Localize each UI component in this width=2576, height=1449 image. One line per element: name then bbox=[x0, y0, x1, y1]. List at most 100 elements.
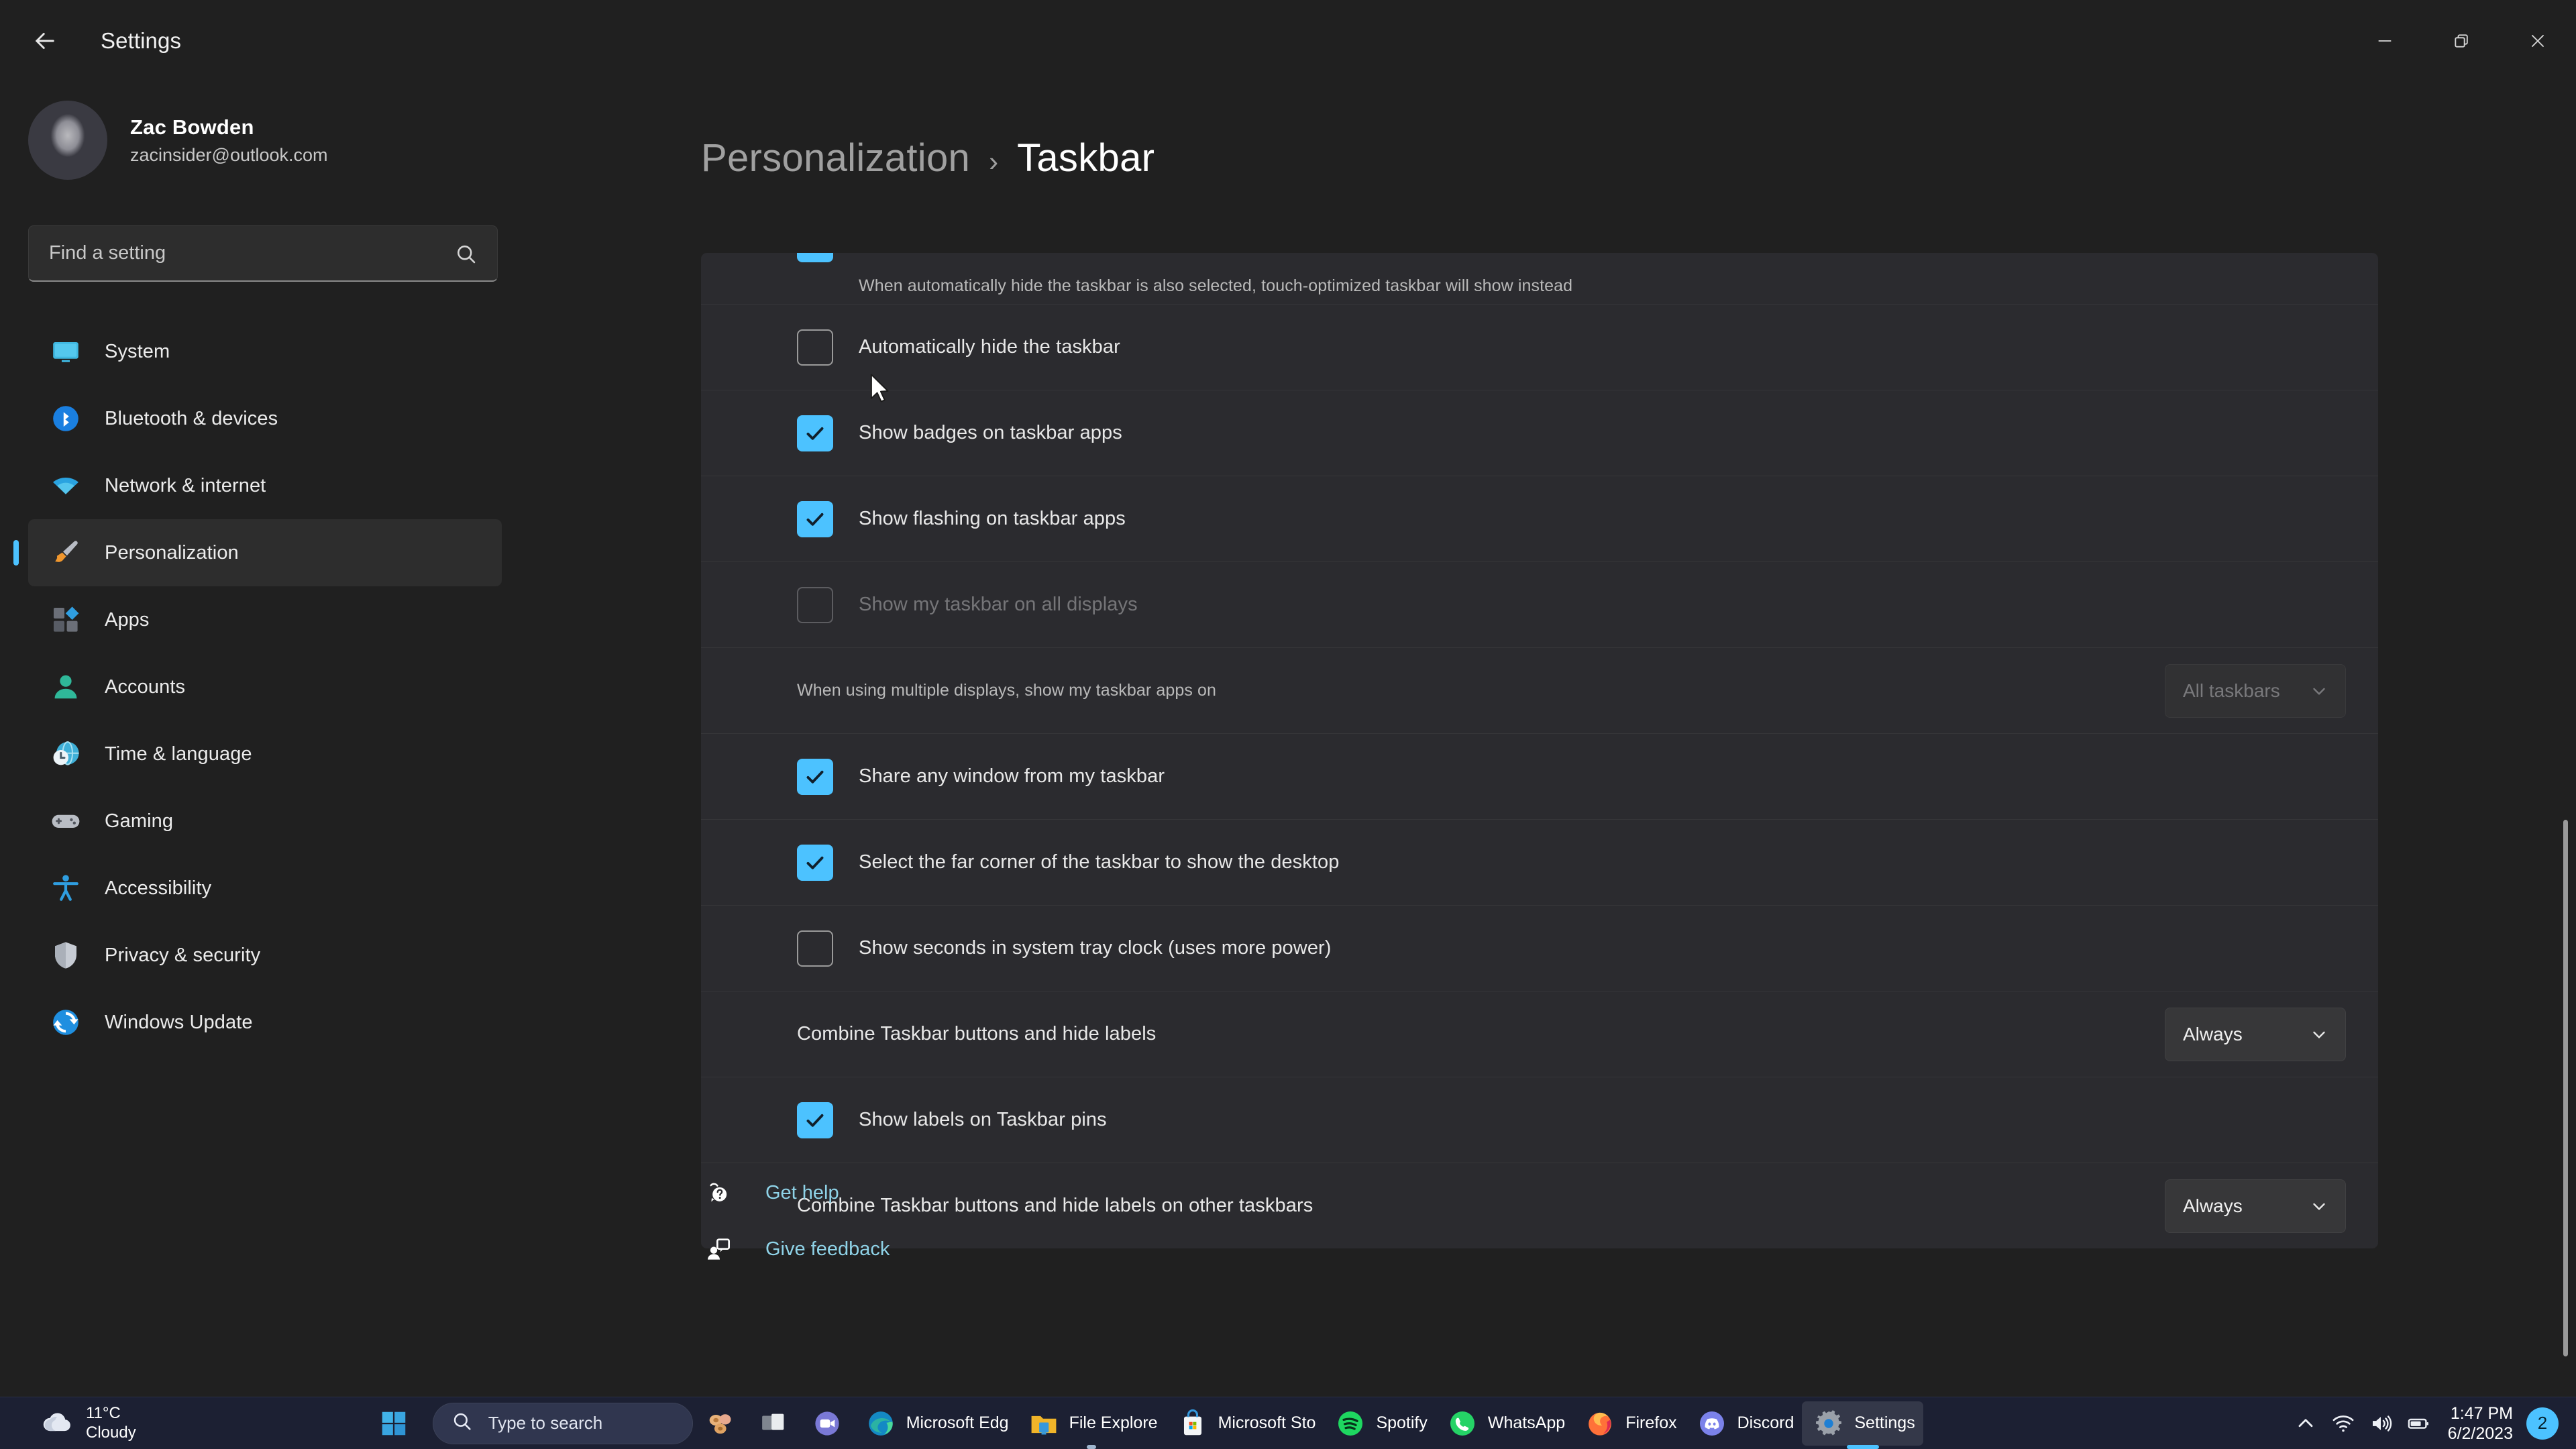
battery-button[interactable] bbox=[2400, 1405, 2437, 1442]
notification-badge[interactable]: 2 bbox=[2526, 1407, 2559, 1440]
close-button[interactable] bbox=[2500, 0, 2576, 82]
setting-row[interactable]: Automatically hide the taskbar bbox=[701, 304, 2378, 390]
taskbar-app-label: Spotify bbox=[1376, 1413, 1428, 1432]
setting-label: Show labels on Taskbar pins bbox=[859, 1109, 1107, 1130]
edge-icon bbox=[862, 1405, 900, 1442]
sidebar-item-label: Apps bbox=[105, 608, 150, 631]
taskbar-app-settings[interactable]: Settings bbox=[1802, 1401, 1923, 1449]
weather-temperature: 11°C bbox=[86, 1404, 121, 1423]
taskbar-app-whatsapp[interactable]: WhatsApp bbox=[1436, 1401, 1573, 1446]
sidebar-item-label: Windows Update bbox=[105, 1011, 253, 1033]
avatar bbox=[28, 101, 107, 180]
copilot-button[interactable] bbox=[693, 1401, 747, 1446]
scrollbar-thumb[interactable] bbox=[2563, 820, 2568, 1356]
checkbox[interactable] bbox=[797, 1102, 833, 1138]
checkbox[interactable] bbox=[797, 930, 833, 967]
start-button[interactable] bbox=[367, 1401, 421, 1446]
sidebar-item-accounts[interactable]: Accounts bbox=[28, 653, 502, 720]
sidebar-item-time-language[interactable]: Time & language bbox=[28, 720, 502, 788]
taskbar-app-file-explore[interactable]: File Explore bbox=[1017, 1401, 1166, 1449]
taskbar-app-microsoft-edg[interactable]: Microsoft Edg bbox=[854, 1401, 1017, 1446]
give-feedback-link[interactable]: Give feedback bbox=[701, 1225, 890, 1273]
minimize-icon bbox=[2378, 40, 2392, 42]
sidebar-item-label: Privacy & security bbox=[105, 944, 261, 966]
sidebar-item-bluetooth-devices[interactable]: Bluetooth & devices bbox=[28, 385, 502, 452]
taskbar-app-label: Firefox bbox=[1625, 1413, 1677, 1432]
setting-row[interactable]: Share any window from my taskbar bbox=[701, 733, 2378, 819]
minimize-button[interactable] bbox=[2347, 0, 2423, 82]
setting-row[interactable]: Show seconds in system tray clock (uses … bbox=[701, 905, 2378, 991]
setting-label: Automatically hide the taskbar bbox=[859, 336, 1120, 358]
dropdown[interactable]: Always bbox=[2165, 1179, 2346, 1233]
checkbox[interactable] bbox=[797, 500, 833, 537]
chevron-up-icon bbox=[2298, 1418, 2313, 1427]
bluetooth-icon bbox=[48, 401, 83, 436]
taskbar-app-microsoft-sto[interactable]: Microsoft Sto bbox=[1166, 1401, 1324, 1446]
sidebar-nav: System Bluetooth & devices Network & inter… bbox=[0, 318, 530, 1056]
tray-overflow-button[interactable] bbox=[2287, 1405, 2324, 1442]
clock-time: 1:47 PM bbox=[2450, 1403, 2513, 1423]
find-a-setting-box[interactable] bbox=[28, 225, 498, 282]
setting-row[interactable]: Show badges on taskbar apps bbox=[701, 390, 2378, 476]
chevron-down-icon bbox=[2309, 1196, 2329, 1216]
weather-widget[interactable]: 11°C Cloudy bbox=[31, 1401, 146, 1445]
sidebar-item-privacy-security[interactable]: Privacy & security bbox=[28, 922, 502, 989]
taskbar-search-box[interactable]: Type to search bbox=[432, 1402, 693, 1444]
running-indicator bbox=[1846, 1444, 1879, 1449]
running-indicator bbox=[1086, 1444, 1096, 1449]
taskbar-center: Type to search Microsoft Edg File Explor… bbox=[367, 1401, 1923, 1449]
sidebar-item-accessibility[interactable]: Accessibility bbox=[28, 855, 502, 922]
taskbar-app-firefox[interactable]: Firefox bbox=[1573, 1401, 1684, 1446]
monitor-icon bbox=[48, 334, 83, 369]
taskbar-settings-list: When automatically hide the taskbar is a… bbox=[701, 253, 2378, 1248]
task-view-button[interactable] bbox=[747, 1401, 800, 1446]
sidebar-item-network-internet[interactable]: Network & internet bbox=[28, 452, 502, 519]
sidebar-item-label: Personalization bbox=[105, 541, 239, 564]
sidebar-item-gaming[interactable]: Gaming bbox=[28, 788, 502, 855]
checkbox[interactable] bbox=[797, 758, 833, 795]
checkbox[interactable] bbox=[797, 253, 833, 262]
scrollbar[interactable] bbox=[2561, 82, 2571, 1397]
get-help-link[interactable]: Get help bbox=[701, 1169, 890, 1217]
checkbox[interactable] bbox=[797, 415, 833, 451]
sidebar-item-windows-update[interactable]: Windows Update bbox=[28, 989, 502, 1056]
setting-row[interactable]: Combine Taskbar buttons and hide labels A… bbox=[701, 991, 2378, 1077]
setting-row[interactable]: Select the far corner of the taskbar to … bbox=[701, 819, 2378, 905]
sidebar-item-personalization[interactable]: Personalization bbox=[13, 519, 502, 586]
search-input[interactable] bbox=[49, 242, 425, 264]
volume-button[interactable] bbox=[2362, 1405, 2400, 1442]
shield-icon bbox=[48, 938, 83, 973]
back-button[interactable] bbox=[17, 13, 72, 68]
breadcrumb-parent[interactable]: Personalization bbox=[701, 136, 970, 180]
sidebar-item-label: Accessibility bbox=[105, 877, 212, 899]
taskbar-search-placeholder: Type to search bbox=[488, 1413, 603, 1433]
teams-chat-icon bbox=[808, 1405, 846, 1442]
footer-links: Get help Give feedback bbox=[701, 1169, 890, 1281]
content-area: Personalization › Taskbar When automatic… bbox=[530, 82, 2576, 1397]
profile-section[interactable]: Zac Bowden zacinsider@outlook.com bbox=[28, 101, 530, 180]
system-tray: 1:47 PM 6/2/2023 2 bbox=[2287, 1397, 2559, 1449]
setting-row[interactable]: Combine Taskbar buttons and hide labels … bbox=[701, 1163, 2378, 1248]
setting-row[interactable]: Show flashing on taskbar apps bbox=[701, 476, 2378, 561]
setting-label: Show flashing on taskbar apps bbox=[859, 508, 1126, 529]
title-bar: Settings bbox=[0, 0, 2576, 82]
sidebar-item-apps[interactable]: Apps bbox=[28, 586, 502, 653]
setting-row: When using multiple displays, show my ta… bbox=[701, 647, 2378, 733]
sidebar-item-system[interactable]: System bbox=[28, 318, 502, 385]
battery-icon bbox=[2408, 1418, 2428, 1429]
taskbar-app-spotify[interactable]: Spotify bbox=[1324, 1401, 1435, 1446]
clock[interactable]: 1:47 PM 6/2/2023 bbox=[2448, 1403, 2513, 1444]
checkbox[interactable] bbox=[797, 844, 833, 881]
taskbar-app-discord[interactable]: Discord bbox=[1685, 1401, 1803, 1446]
dropdown[interactable]: Always bbox=[2165, 1007, 2346, 1061]
setting-row[interactable]: Show labels on Taskbar pins bbox=[701, 1077, 2378, 1163]
setting-row[interactable]: When automatically hide the taskbar is a… bbox=[701, 253, 2378, 304]
wifi-button[interactable] bbox=[2324, 1405, 2362, 1442]
teams-chat-button[interactable] bbox=[800, 1401, 854, 1446]
search-icon bbox=[454, 242, 478, 270]
restore-button[interactable] bbox=[2423, 0, 2500, 82]
checkbox[interactable] bbox=[797, 329, 833, 366]
setting-label: Show my taskbar on all displays bbox=[859, 594, 1138, 615]
help-question-icon bbox=[701, 1179, 737, 1206]
spotify-icon bbox=[1332, 1405, 1369, 1442]
